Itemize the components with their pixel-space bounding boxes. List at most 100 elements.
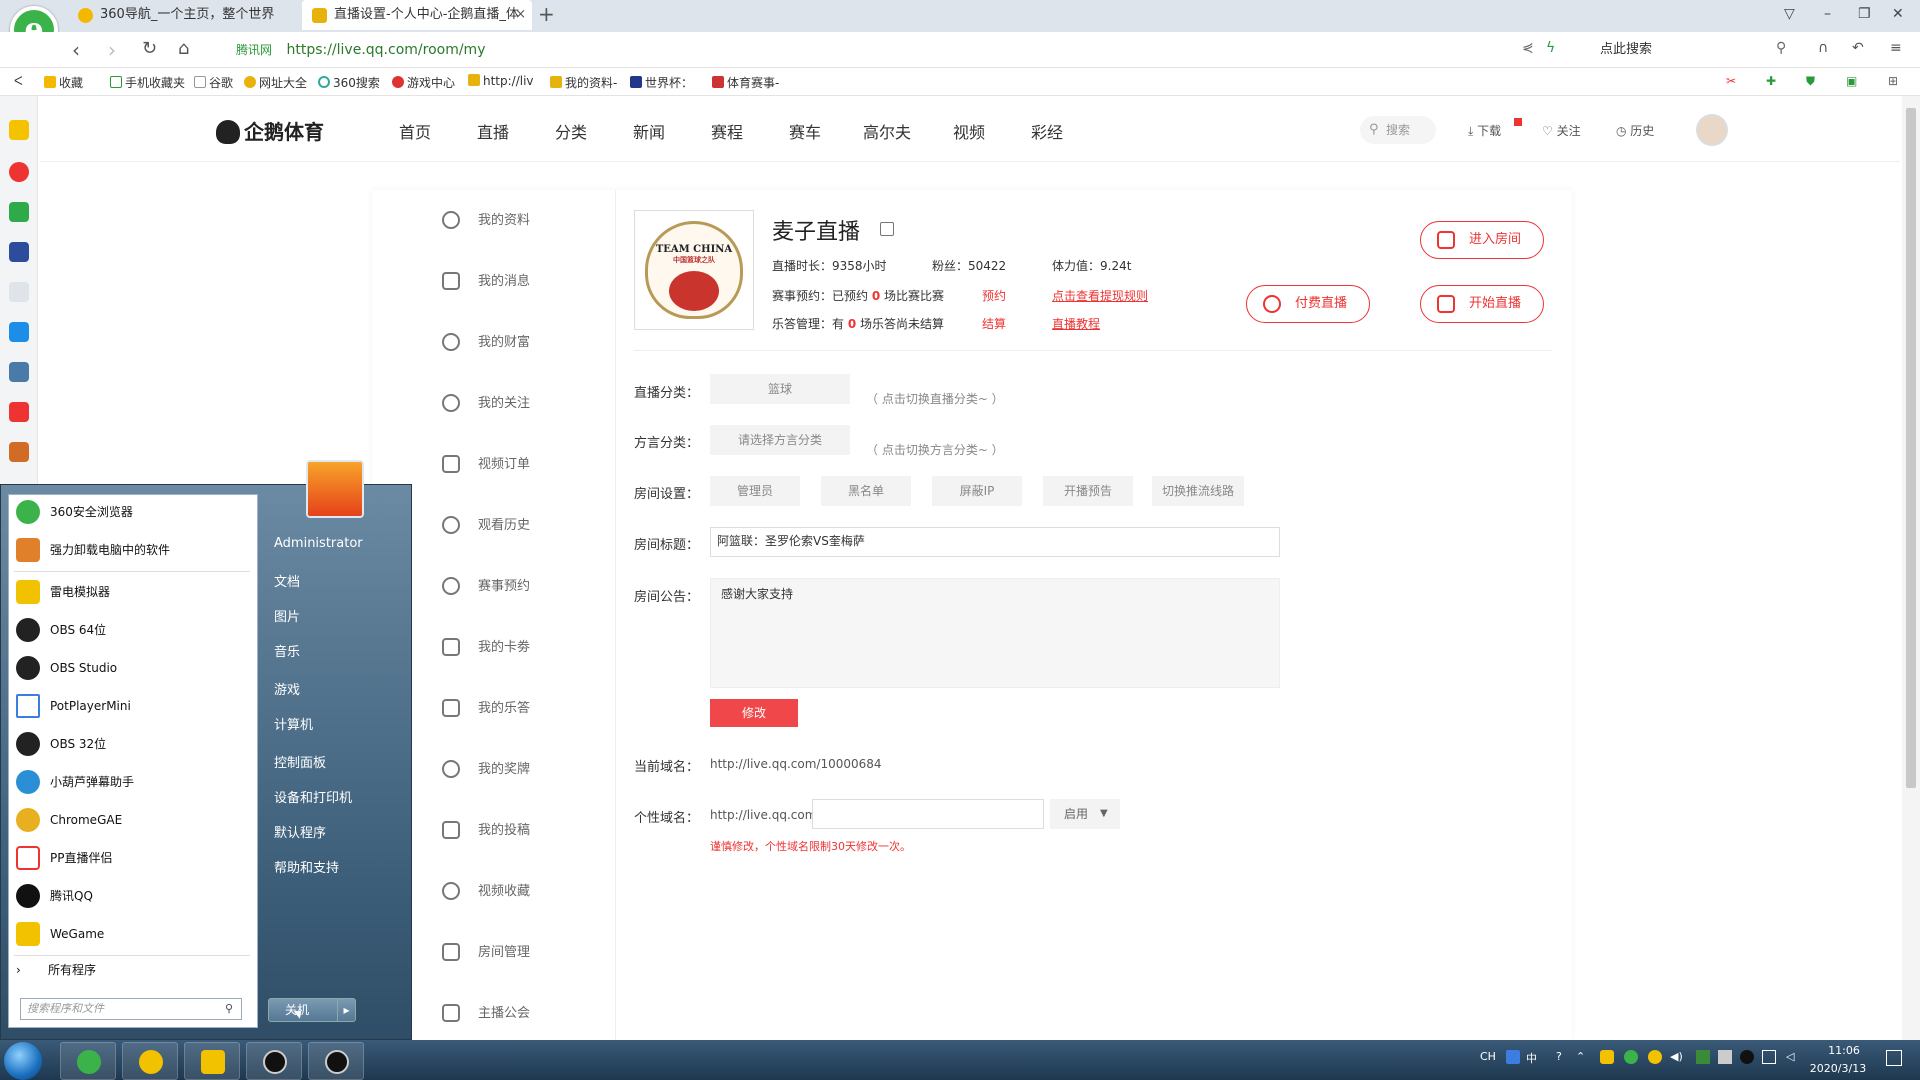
custom-domain-select[interactable]: 启用 ▼ <box>1050 799 1120 829</box>
bookmark-item[interactable]: 体育赛事- <box>712 74 779 91</box>
start-link-documents[interactable]: 文档 <box>274 571 300 590</box>
bookmark-item[interactable]: http://liv <box>468 74 534 88</box>
sidebar-item-submissions[interactable]: 我的投稿 <box>440 819 600 843</box>
volume-icon[interactable]: ◀) <box>1670 1050 1683 1063</box>
tray-ldplayer-icon[interactable] <box>1600 1050 1614 1064</box>
booking-link[interactable]: 预约 <box>982 287 1006 304</box>
forward-icon[interactable]: › <box>108 38 116 62</box>
home-icon[interactable]: ⌂ <box>178 38 189 59</box>
restore-icon[interactable]: ❐ <box>1858 6 1871 22</box>
extension-icon[interactable]: ✚ <box>1766 74 1776 88</box>
sidebar-item-quiz[interactable]: 我的乐答 <box>440 697 600 721</box>
tray-obs-icon[interactable] <box>1740 1050 1754 1064</box>
tray-360-icon[interactable] <box>1624 1050 1638 1064</box>
program-obs-studio[interactable]: OBS Studio <box>12 651 252 685</box>
news-icon[interactable] <box>9 242 29 262</box>
site-logo[interactable]: 企鹅体育 <box>216 116 324 145</box>
live-tutorial-link[interactable]: 直播教程 <box>1052 315 1100 332</box>
nav-racing[interactable]: 赛车 <box>789 119 821 143</box>
program-qq[interactable]: 腾讯QQ <box>12 879 252 913</box>
withdraw-rules-link[interactable]: 点击查看提现规则 <box>1052 287 1148 304</box>
program-wegame[interactable]: WeGame <box>12 917 252 951</box>
start-link-music[interactable]: 音乐 <box>274 641 300 660</box>
block-ip-button[interactable]: 屏蔽IP <box>932 476 1022 506</box>
speaker-icon[interactable]: ◁ <box>1786 1050 1794 1063</box>
tray-app-icon[interactable] <box>1648 1050 1662 1064</box>
nav-schedule[interactable]: 赛程 <box>711 119 743 143</box>
taskbar-app-music[interactable] <box>122 1042 178 1080</box>
doc-icon[interactable] <box>9 282 29 302</box>
sidebar-item-video-orders[interactable]: 视频订单 <box>440 453 600 477</box>
enter-room-button[interactable]: 进入房间 <box>1420 221 1544 259</box>
category-select[interactable]: 篮球 <box>710 374 850 404</box>
sidebar-item-history[interactable]: 观看历史 <box>440 514 600 538</box>
start-live-button[interactable]: 开始直播 <box>1420 285 1544 323</box>
sidebar-item-room-management[interactable]: 房间管理 <box>440 941 600 965</box>
start-link-pictures[interactable]: 图片 <box>274 606 300 625</box>
shirt-skin-icon[interactable]: ▽ <box>1784 6 1795 22</box>
nav-lottery[interactable]: 彩经 <box>1031 119 1063 143</box>
browser-search-input[interactable]: 点此搜索 <box>1600 38 1780 62</box>
tray-display-icon[interactable] <box>1762 1050 1776 1064</box>
edit-icon[interactable] <box>880 222 894 236</box>
undo-icon[interactable]: ↶ <box>1852 40 1864 56</box>
new-tab-icon[interactable]: + <box>538 2 555 26</box>
nav-news[interactable]: 新闻 <box>633 119 665 143</box>
admin-button[interactable]: 管理员 <box>710 476 800 506</box>
start-link-games[interactable]: 游戏 <box>274 679 300 698</box>
bookmark-item[interactable]: 网址大全 <box>244 74 307 91</box>
taskbar-app-obs[interactable] <box>246 1042 302 1080</box>
history-button[interactable]: ◷ 历史 <box>1616 122 1654 139</box>
game-app-icon[interactable] <box>9 362 29 382</box>
taskbar-app-ldplayer[interactable] <box>184 1042 240 1080</box>
bookmark-item[interactable]: 手机收藏夹 <box>110 74 185 91</box>
start-link-devices[interactable]: 设备和打印机 <box>274 787 352 806</box>
bookmark-item[interactable]: 收藏 <box>44 74 83 91</box>
start-search-input[interactable]: 搜索程序和文件 ⚲ <box>20 998 242 1020</box>
reload-icon[interactable]: ↻ <box>142 38 157 59</box>
nav-live[interactable]: 直播 <box>477 119 509 143</box>
start-link-control-panel[interactable]: 控制面板 <box>274 752 326 771</box>
nav-golf[interactable]: 高尔夫 <box>863 119 911 143</box>
game-icon[interactable]: ▣ <box>1846 74 1857 88</box>
minimize-icon[interactable]: – <box>1824 6 1831 22</box>
bookmark-item[interactable]: 我的资料- <box>550 74 617 91</box>
bookmark-item[interactable]: 世界杯： <box>630 74 693 91</box>
sidebar-item-coupons[interactable]: 我的卡劵 <box>440 636 600 660</box>
tab-close-icon[interactable]: × <box>515 0 526 30</box>
switch-stream-button[interactable]: 切换推流线路 <box>1152 476 1244 506</box>
bookmark-item[interactable]: 游戏中心 <box>392 74 455 91</box>
program-potplayer[interactable]: PotPlayerMini <box>12 689 252 723</box>
program-ldplayer[interactable]: 雷电模拟器 <box>12 575 252 609</box>
program-danmu-helper[interactable]: 小葫芦弹幕助手 <box>12 765 252 799</box>
shutdown-button[interactable]: 关机 ▸ <box>268 998 356 1022</box>
help-icon[interactable]: ? <box>1556 1050 1562 1063</box>
bookmark-item[interactable]: 谷歌 <box>194 74 233 91</box>
sidebar-item-guild[interactable]: 主播公会 <box>440 1002 600 1026</box>
sidebar-item-messages[interactable]: 我的消息 <box>440 270 600 294</box>
modify-button[interactable]: 修改 <box>710 699 798 727</box>
live-preview-button[interactable]: 开播预告 <box>1043 476 1133 506</box>
nav-video[interactable]: 视频 <box>953 119 985 143</box>
program-obs-64[interactable]: OBS 64位 <box>12 613 252 647</box>
close-window-icon[interactable]: ✕ <box>1892 6 1904 22</box>
download-button[interactable]: ⤓ 下载 <box>1468 118 1522 139</box>
start-link-computer[interactable]: 计算机 <box>274 714 313 733</box>
tab-360-nav[interactable]: 360导航_一个主页，整个世界 <box>68 0 300 30</box>
shield-icon[interactable]: ⛊ <box>1806 74 1815 89</box>
bookmark-item[interactable]: 360搜索 <box>318 74 380 91</box>
user-picture[interactable] <box>306 460 364 518</box>
follow-button[interactable]: ♡ 关注 <box>1542 122 1581 139</box>
sidebar-item-wealth[interactable]: 我的财富 <box>440 331 600 355</box>
url-field[interactable]: 腾讯网 https://live.qq.com/room/my <box>236 38 536 62</box>
program-360-browser[interactable]: 360安全浏览器 <box>12 495 252 529</box>
search-icon[interactable]: ⚲ <box>1776 40 1786 56</box>
start-user-name[interactable]: Administrator <box>274 536 363 551</box>
sidebar-item-bookings[interactable]: 赛事预约 <box>440 575 600 599</box>
action-center-icon[interactable] <box>1886 1050 1902 1066</box>
mail-icon[interactable] <box>9 202 29 222</box>
nav-category[interactable]: 分类 <box>555 119 587 143</box>
network-icon[interactable] <box>1718 1050 1732 1064</box>
clock-time[interactable]: 11:06 <box>1814 1044 1874 1057</box>
site-search[interactable]: ⚲ 搜索 <box>1360 116 1436 144</box>
